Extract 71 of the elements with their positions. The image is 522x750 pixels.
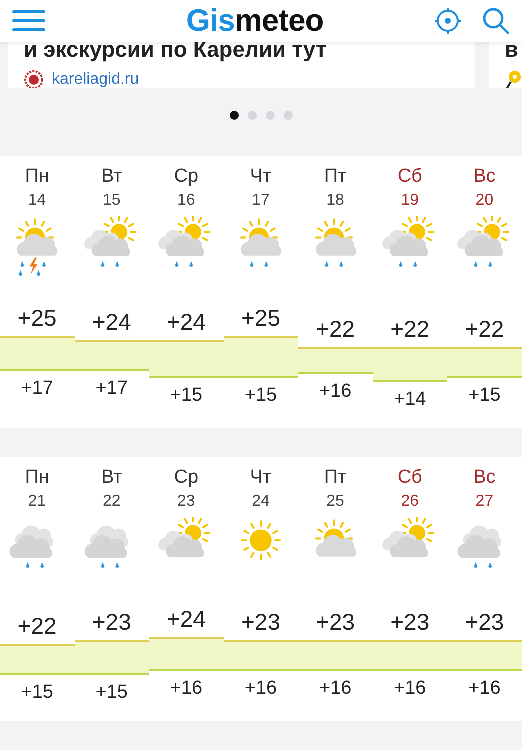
weekday-label: Пн (25, 466, 50, 489)
min-temperature: +15 (244, 384, 278, 408)
min-temperature: +15 (468, 384, 501, 408)
weekday-label: Вт (101, 166, 122, 188)
ad-source-link[interactable]: kareliagid.ru (52, 70, 140, 88)
min-temperature: +16 (394, 677, 426, 702)
weekday-label: Чт (250, 166, 272, 188)
date-label: 27 (476, 492, 494, 511)
weekday-label: Сб (398, 166, 422, 188)
max-temperature: +23 (390, 608, 430, 636)
min-temperature: +16 (319, 380, 352, 404)
weekday-label: Чт (250, 466, 272, 489)
min-temperature: +15 (170, 384, 203, 408)
carousel-dot[interactable] (230, 111, 238, 120)
max-temperature: +22 (316, 314, 356, 343)
date-label: 15 (102, 192, 121, 210)
date-label: 24 (252, 492, 270, 511)
weekday-label: Пн (25, 166, 50, 188)
max-temperature: +23 (316, 608, 356, 636)
weekday-label: Вс (474, 466, 496, 489)
ad-card[interactable]: и экскурсии по Карелии тут kareliagid.ru (8, 42, 475, 88)
date-label: 16 (178, 192, 196, 210)
ad-title: в (505, 42, 520, 62)
max-temperature: +22 (390, 314, 430, 343)
max-temperature: +25 (18, 304, 57, 332)
max-temperature: +22 (465, 314, 504, 343)
min-temperature: +17 (96, 376, 128, 401)
weekday-label: Ср (174, 166, 199, 188)
max-temperature: +24 (92, 308, 132, 336)
date-label: 19 (401, 192, 420, 210)
carousel-dot[interactable] (284, 111, 292, 120)
max-temperature: +24 (166, 604, 206, 633)
menu-icon[interactable] (12, 8, 46, 33)
min-temperature: +15 (21, 680, 54, 705)
seal-logo-icon (24, 70, 44, 88)
weekday-label: Вт (101, 466, 122, 489)
logo: Gismeteo (186, 2, 324, 39)
search-icon[interactable] (482, 6, 510, 35)
min-temperature: +16 (244, 677, 278, 702)
date-label: 21 (28, 492, 46, 511)
weekday-label: Пт (324, 466, 347, 489)
weekday-label: Ср (174, 466, 199, 489)
min-temperature: +17 (21, 376, 54, 401)
max-temperature: +23 (241, 608, 280, 636)
date-label: 23 (178, 492, 196, 511)
max-temperature: +22 (18, 612, 57, 640)
max-temperature: +23 (92, 608, 132, 636)
date-label: 22 (102, 492, 121, 511)
date-label: 17 (252, 192, 270, 210)
carousel-dot[interactable] (266, 111, 274, 120)
date-label: 14 (28, 192, 46, 210)
max-temperature: +24 (166, 308, 206, 336)
date-label: 20 (476, 192, 494, 210)
date-label: 18 (326, 192, 344, 210)
weekday-label: Сб (398, 466, 422, 489)
min-temperature: +16 (468, 677, 501, 702)
max-temperature: +25 (241, 304, 280, 332)
ad-title: и экскурсии по Карелии тут (24, 42, 328, 62)
date-label: 26 (401, 492, 420, 511)
min-temperature: +16 (319, 677, 352, 702)
weekday-label: Пт (324, 166, 347, 188)
pin-logo-icon (505, 70, 522, 88)
min-temperature: +16 (170, 677, 203, 702)
carousel-dot[interactable] (248, 111, 256, 120)
ad-card[interactable]: в (489, 42, 522, 88)
max-temperature: +23 (465, 608, 504, 636)
location-icon[interactable] (434, 6, 462, 35)
min-temperature: +14 (394, 388, 426, 412)
min-temperature: +15 (96, 681, 128, 705)
date-label: 25 (326, 492, 344, 511)
weekday-label: Вс (474, 166, 496, 188)
